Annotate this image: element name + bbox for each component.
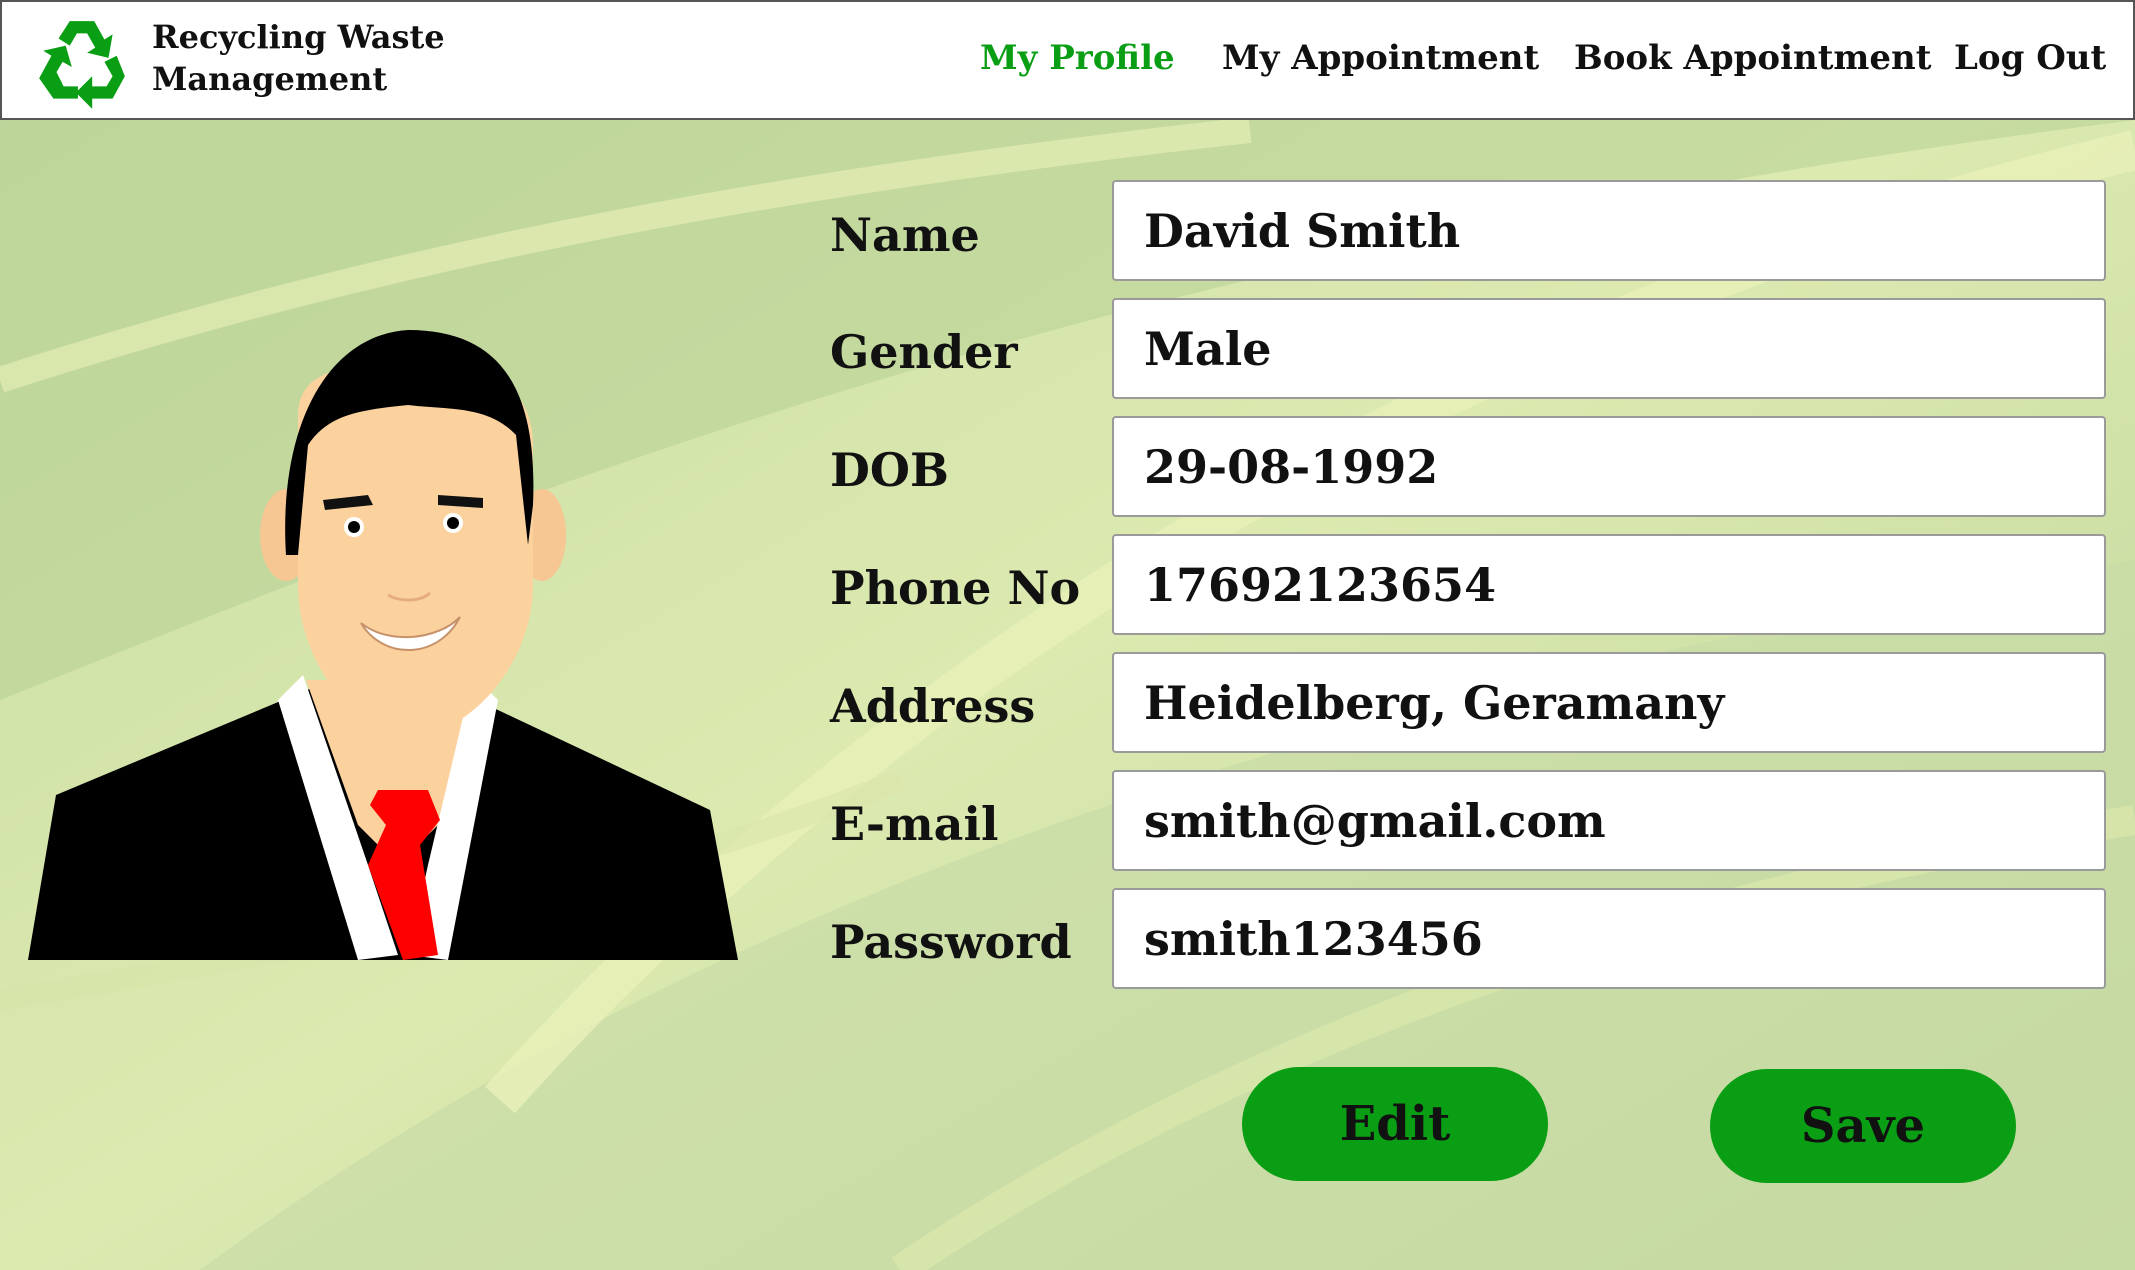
- brand-line2: Management: [152, 60, 388, 98]
- gender-label: Gender: [830, 325, 1018, 379]
- name-label: Name: [830, 208, 980, 262]
- phone-field[interactable]: [1112, 534, 2106, 635]
- recycle-icon: [39, 21, 125, 109]
- email-label: E-mail: [830, 797, 999, 851]
- dob-label: DOB: [830, 443, 949, 497]
- name-field[interactable]: [1112, 180, 2106, 281]
- brand-line1: Recycling Waste: [152, 18, 445, 56]
- nav-my-profile[interactable]: My Profile: [980, 38, 1175, 78]
- profile-avatar: [28, 330, 738, 960]
- brand-name: Recycling Waste Management: [152, 16, 445, 100]
- nav-book-appointment[interactable]: Book Appointment: [1574, 38, 1931, 78]
- password-label: Password: [830, 915, 1072, 969]
- nav-log-out[interactable]: Log Out: [1954, 38, 2106, 78]
- password-field[interactable]: [1112, 888, 2106, 989]
- address-field[interactable]: [1112, 652, 2106, 753]
- phone-label: Phone No: [830, 561, 1081, 615]
- address-label: Address: [830, 679, 1036, 733]
- nav-my-appointment[interactable]: My Appointment: [1222, 38, 1539, 78]
- email-field[interactable]: [1112, 770, 2106, 871]
- save-button[interactable]: Save: [1710, 1069, 2016, 1183]
- dob-field[interactable]: [1112, 416, 2106, 517]
- top-navbar: Recycling Waste Management My Profile My…: [0, 0, 2135, 120]
- gender-field[interactable]: [1112, 298, 2106, 399]
- edit-button[interactable]: Edit: [1242, 1067, 1548, 1181]
